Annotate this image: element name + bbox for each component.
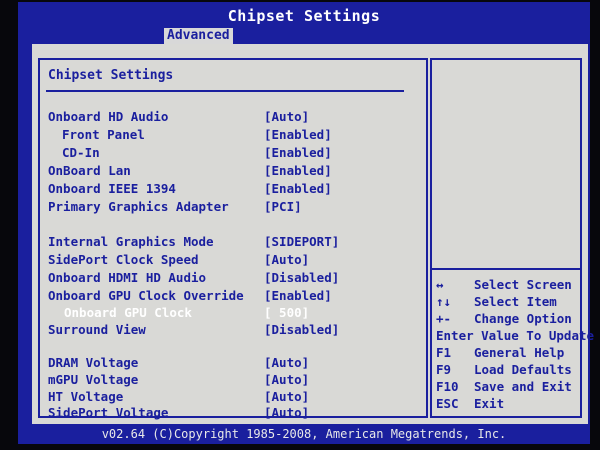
setting-value[interactable]: [PCI] (264, 198, 302, 215)
key-description: General Help (474, 345, 565, 360)
setting-onboard-gpu-clock-override[interactable]: Onboard GPU Clock Override [Enabled] (40, 287, 426, 304)
setting-value[interactable]: [Enabled] (264, 162, 332, 179)
section-title: Chipset Settings (48, 68, 174, 83)
setting-label: Front Panel (62, 127, 145, 142)
setting-value[interactable]: [Disabled] (264, 321, 339, 338)
setting-sideport-voltage[interactable]: SidePort Voltage [Auto] (40, 404, 426, 421)
key-description: Save and Exit (474, 379, 572, 394)
setting-value[interactable]: [Auto] (264, 108, 309, 125)
key-select-screen: ↔ Select Screen (434, 276, 580, 293)
f1-key: F1 (436, 345, 452, 360)
setting-mgpu-voltage[interactable]: mGPU Voltage [Auto] (40, 371, 426, 388)
key-change-option: +- Change Option (434, 310, 580, 327)
bios-screen: Chipset Settings Advanced Chipset Settin… (18, 2, 594, 444)
setting-label: DRAM Voltage (48, 355, 139, 370)
key-enter-update: Enter Value To Update (434, 327, 594, 344)
setting-internal-graphics-mode[interactable]: Internal Graphics Mode [SIDEPORT] (40, 233, 426, 250)
key-load-defaults: F9 Load Defaults (434, 361, 580, 378)
window-title: Chipset Settings (227, 7, 381, 25)
settings-frame: Chipset Settings Onboard HD Audio [Auto]… (38, 58, 428, 421)
setting-value[interactable]: [Auto] (264, 354, 309, 371)
setting-label: HT Voltage (48, 389, 124, 404)
key-description: Enter Value To Update (436, 328, 595, 343)
key-description: Select Item (474, 294, 557, 309)
setting-sideport-clock-speed[interactable]: SidePort Clock Speed [Auto] (40, 251, 426, 268)
key-save-exit: F10 Save and Exit (434, 378, 580, 395)
setting-onboard-lan[interactable]: OnBoard Lan [Enabled] (40, 162, 426, 179)
section-divider (46, 90, 404, 92)
key-description: Load Defaults (474, 362, 572, 377)
tab-strip: Advanced (18, 28, 590, 44)
setting-cd-in[interactable]: CD-In [Enabled] (40, 144, 426, 161)
setting-label: Onboard HD Audio (48, 109, 169, 124)
key-select-item: ↑↓ Select Item (434, 293, 580, 310)
setting-label: mGPU Voltage (48, 372, 139, 387)
setting-label: Onboard IEEE 1394 (48, 181, 176, 196)
key-description: Exit (474, 396, 505, 411)
setting-label: Onboard GPU Clock (64, 305, 192, 320)
setting-value[interactable]: [ 500] (264, 304, 309, 321)
setting-value[interactable]: [Disabled] (264, 269, 339, 286)
up-down-arrow-icon: ↑↓ (436, 294, 452, 309)
key-description: Select Screen (474, 277, 572, 292)
key-general-help: F1 General Help (434, 344, 580, 361)
setting-value[interactable]: [Enabled] (264, 126, 332, 143)
setting-front-panel[interactable]: Front Panel [Enabled] (40, 126, 426, 143)
setting-dram-voltage[interactable]: DRAM Voltage [Auto] (40, 354, 426, 371)
copyright-footer: v02.64 (C)Copyright 1985-2008, American … (101, 427, 507, 441)
setting-value[interactable]: [Enabled] (264, 287, 332, 304)
setting-surround-view[interactable]: Surround View [Disabled] (40, 321, 426, 338)
setting-onboard-hdmi-hd-audio[interactable]: Onboard HDMI HD Audio [Disabled] (40, 269, 426, 286)
setting-label: SidePort Clock Speed (48, 252, 199, 267)
setting-onboard-ieee-1394[interactable]: Onboard IEEE 1394 [Enabled] (40, 180, 426, 197)
content-panel: Chipset Settings Onboard HD Audio [Auto]… (32, 44, 594, 424)
key-exit: ESC Exit (434, 395, 580, 412)
setting-value[interactable]: [Auto] (264, 251, 309, 268)
esc-key: ESC (436, 396, 459, 411)
plus-minus-key: +- (436, 311, 452, 326)
key-legend: ↔ Select Screen ↑↓ Select Item +- Change… (434, 276, 594, 412)
tab-advanced[interactable]: Advanced (164, 28, 233, 44)
setting-value[interactable]: [Auto] (264, 371, 309, 388)
setting-label: CD-In (62, 145, 100, 160)
setting-label: Onboard HDMI HD Audio (48, 270, 207, 285)
setting-label: Surround View (48, 322, 146, 337)
setting-label: SidePort Voltage (48, 405, 169, 420)
left-right-arrow-icon: ↔ (436, 277, 444, 292)
f9-key: F9 (436, 362, 452, 377)
setting-label: Internal Graphics Mode (48, 234, 214, 249)
setting-label: OnBoard Lan (48, 163, 131, 178)
setting-onboard-gpu-clock[interactable]: Onboard GPU Clock [ 500] (40, 304, 426, 321)
help-divider (432, 268, 580, 270)
setting-value[interactable]: [Auto] (264, 404, 309, 421)
setting-ht-voltage[interactable]: HT Voltage [Auto] (40, 388, 426, 405)
setting-label: Primary Graphics Adapter (48, 199, 229, 214)
help-frame: ↔ Select Screen ↑↓ Select Item +- Change… (430, 58, 594, 418)
setting-primary-graphics-adapter[interactable]: Primary Graphics Adapter [PCI] (40, 198, 426, 215)
f10-key: F10 (436, 379, 459, 394)
setting-value[interactable]: [SIDEPORT] (264, 233, 339, 250)
setting-value[interactable]: [Enabled] (264, 144, 332, 161)
setting-label: Onboard GPU Clock Override (48, 288, 244, 303)
setting-value[interactable]: [Enabled] (264, 180, 332, 197)
setting-onboard-hd-audio[interactable]: Onboard HD Audio [Auto] (40, 108, 426, 125)
setting-value[interactable]: [Auto] (264, 388, 309, 405)
key-description: Change Option (474, 311, 572, 326)
